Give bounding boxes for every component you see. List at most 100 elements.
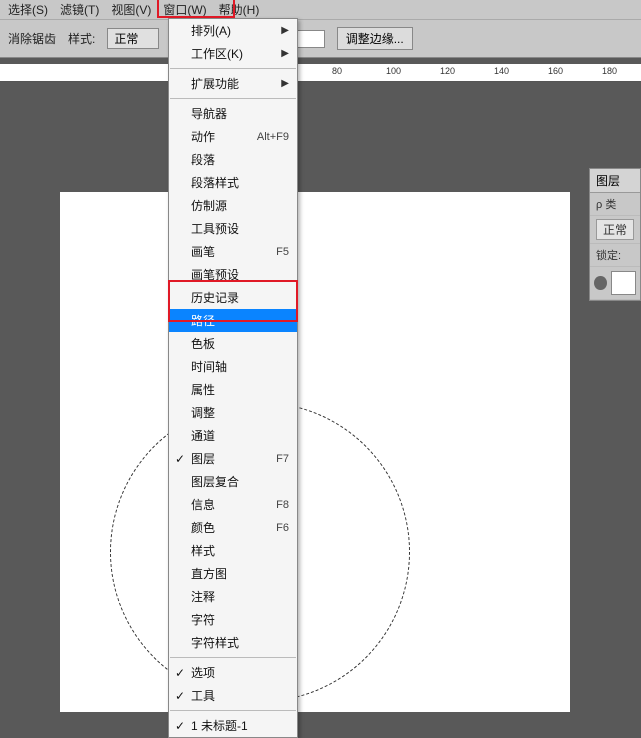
menu-item-label: 信息 — [191, 496, 215, 513]
submenu-arrow-icon: ▶ — [281, 78, 289, 89]
menu-separator — [170, 657, 296, 658]
menu-item[interactable]: 动作 Alt+F9 — [169, 125, 297, 148]
menu-shortcut: F7 — [276, 453, 289, 465]
menu-item[interactable]: 字符样式 — [169, 631, 297, 654]
menu-item-label: 直方图 — [191, 565, 227, 582]
menubar: 选择(S) 滤镜(T) 视图(V) 窗口(W) 帮助(H) — [0, 0, 641, 20]
menu-item-label: 历史记录 — [191, 289, 239, 306]
menu-separator — [170, 98, 296, 99]
menu-item-label: 仿制源 — [191, 197, 227, 214]
menu-item[interactable]: 仿制源 — [169, 194, 297, 217]
submenu-arrow-icon: ▶ — [281, 48, 289, 59]
layer-row[interactable] — [590, 267, 640, 300]
menu-item[interactable]: 图层复合 — [169, 470, 297, 493]
menu-item-label: 画笔 — [191, 243, 215, 260]
menu-item-label: 1 未标题-1 — [191, 717, 248, 734]
menu-window[interactable]: 窗口(W) — [157, 0, 212, 20]
antialias-label: 消除锯齿 — [8, 30, 56, 47]
ruler-tick: 100 — [386, 66, 401, 76]
menu-item-label: 时间轴 — [191, 358, 227, 375]
menu-item[interactable]: 排列(A) ▶ — [169, 19, 297, 42]
check-icon: ✓ — [175, 666, 185, 680]
panel-kind: ρ 类 — [590, 193, 640, 216]
menu-item-label: 扩展功能 — [191, 75, 239, 92]
layers-panel[interactable]: 图层 ρ 类 正常 锁定: — [589, 168, 641, 301]
ruler-tick: 120 — [440, 66, 455, 76]
menu-item-label: 字符样式 — [191, 634, 239, 651]
menu-item[interactable]: 样式 — [169, 539, 297, 562]
menu-item[interactable]: 调整 — [169, 401, 297, 424]
menu-item-label: 图层 — [191, 450, 215, 467]
menu-item[interactable]: 色板 — [169, 332, 297, 355]
layers-tab[interactable]: 图层 — [590, 169, 640, 193]
menu-item[interactable]: 段落样式 — [169, 171, 297, 194]
ruler-tick: 180 — [602, 66, 617, 76]
menu-item[interactable]: 导航器 — [169, 102, 297, 125]
menu-shortcut: F6 — [276, 522, 289, 534]
menu-shortcut: F8 — [276, 499, 289, 511]
menu-select[interactable]: 选择(S) — [2, 0, 54, 20]
menu-item[interactable]: 画笔 F5 — [169, 240, 297, 263]
check-icon: ✓ — [175, 689, 185, 703]
menu-item-label: 画笔预设 — [191, 266, 239, 283]
menu-item[interactable]: 历史记录 — [169, 286, 297, 309]
layer-thumbnail[interactable] — [611, 271, 636, 295]
menu-item-label: 样式 — [191, 542, 215, 559]
window-menu-dropdown: 排列(A)▶工作区(K)▶扩展功能▶导航器动作Alt+F9段落段落样式仿制源工具… — [168, 18, 298, 738]
menu-item-label: 排列(A) — [191, 22, 231, 39]
menu-item-label: 注释 — [191, 588, 215, 605]
menu-item[interactable]: 路径 — [169, 309, 297, 332]
menu-help[interactable]: 帮助(H) — [213, 0, 266, 20]
menu-filter[interactable]: 滤镜(T) — [54, 0, 105, 20]
menu-item[interactable]: 画笔预设 — [169, 263, 297, 286]
menu-item-label: 工具 — [191, 687, 215, 704]
workspace — [0, 82, 641, 722]
menu-item-label: 通道 — [191, 427, 215, 444]
menu-item[interactable]: 通道 — [169, 424, 297, 447]
style-label: 样式: — [68, 30, 95, 47]
menu-item[interactable]: ✓ 选项 — [169, 661, 297, 684]
menu-item[interactable]: 扩展功能 ▶ — [169, 72, 297, 95]
menu-item[interactable]: ✓1 未标题-1 — [169, 714, 297, 737]
visibility-icon[interactable] — [594, 276, 607, 290]
options-bar: 消除锯齿 样式: 正常 宽度: 调整边缘... — [0, 20, 641, 58]
menu-shortcut: Alt+F9 — [257, 131, 289, 143]
panel-lock: 锁定: — [590, 244, 640, 267]
menu-shortcut: F5 — [276, 246, 289, 258]
style-select[interactable]: 正常 — [107, 28, 159, 49]
menu-item[interactable]: 属性 — [169, 378, 297, 401]
check-icon: ✓ — [175, 452, 185, 466]
menu-item[interactable]: 时间轴 — [169, 355, 297, 378]
menu-item-label: 属性 — [191, 381, 215, 398]
menu-item-label: 动作 — [191, 128, 215, 145]
menu-item[interactable]: 直方图 — [169, 562, 297, 585]
menu-separator — [170, 68, 296, 69]
menu-item[interactable]: ✓ 图层 F7 — [169, 447, 297, 470]
menu-item-label: 字符 — [191, 611, 215, 628]
menu-item[interactable]: 信息 F8 — [169, 493, 297, 516]
ruler-tick: 140 — [494, 66, 509, 76]
menu-item-label: 段落样式 — [191, 174, 239, 191]
menu-item[interactable]: 工具预设 — [169, 217, 297, 240]
menu-item-label: 路径 — [191, 312, 215, 329]
menu-item-label: 调整 — [191, 404, 215, 421]
ruler-horizontal: 20406080100120140160180 — [0, 64, 641, 82]
menu-item-label: 导航器 — [191, 105, 227, 122]
menu-item[interactable]: 颜色F6 — [169, 516, 297, 539]
menu-item-label: 工具预设 — [191, 220, 239, 237]
menu-item[interactable]: ✓ 工具 — [169, 684, 297, 707]
submenu-arrow-icon: ▶ — [281, 25, 289, 36]
menu-item[interactable]: 注释 — [169, 585, 297, 608]
menu-item[interactable]: 段落 — [169, 148, 297, 171]
menu-item[interactable]: 工作区(K)▶ — [169, 42, 297, 65]
menu-item-label: 段落 — [191, 151, 215, 168]
ruler-tick: 80 — [332, 66, 342, 76]
panel-blend[interactable]: 正常 — [590, 216, 640, 244]
menu-item-label: 色板 — [191, 335, 215, 352]
menu-separator — [170, 710, 296, 711]
menu-view[interactable]: 视图(V) — [105, 0, 157, 20]
menu-item[interactable]: 字符 — [169, 608, 297, 631]
refine-edge-button[interactable]: 调整边缘... — [337, 27, 413, 50]
menu-item-label: 图层复合 — [191, 473, 239, 490]
menu-item-label: 选项 — [191, 664, 215, 681]
